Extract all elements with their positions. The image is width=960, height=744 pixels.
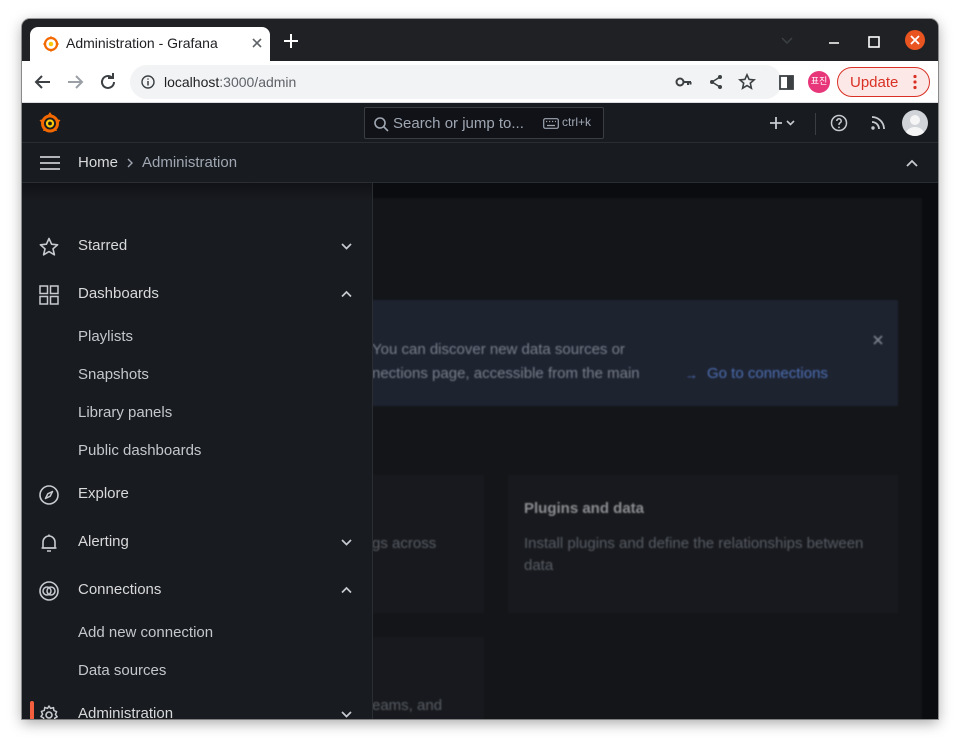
new-tab-icon[interactable] bbox=[282, 32, 300, 50]
side-menu: Starred Dashboards Playlists Snapshots L… bbox=[22, 183, 373, 719]
sidebar-item-dashboards[interactable]: Dashboards bbox=[22, 274, 372, 314]
maximize-icon[interactable] bbox=[865, 33, 883, 51]
sidebar-item-starred[interactable]: Starred bbox=[22, 226, 372, 266]
side-panel-icon[interactable] bbox=[779, 75, 794, 90]
new-plus-dropdown-icon[interactable] bbox=[768, 115, 796, 131]
sidebar-subitem-data-sources[interactable]: Data sources bbox=[78, 662, 166, 679]
grafana-topbar: Search or jump to... ctrl+k bbox=[22, 103, 938, 143]
tab-strip: Administration - Grafana bbox=[22, 19, 938, 61]
dashboards-grid-icon bbox=[39, 285, 59, 305]
browser-toolbar: localhost:3000/admin 표진 Update bbox=[22, 61, 938, 103]
bell-icon bbox=[41, 534, 57, 552]
search-input[interactable]: Search or jump to... ctrl+k bbox=[364, 107, 604, 139]
sidebar-subitem-library-panels[interactable]: Library panels bbox=[78, 404, 172, 421]
forward-icon[interactable] bbox=[64, 71, 86, 93]
chevron-down-icon[interactable] bbox=[340, 709, 353, 719]
compass-icon bbox=[39, 485, 59, 505]
grafana-logo-icon[interactable] bbox=[38, 111, 62, 135]
profile-avatar[interactable]: 표진 bbox=[808, 71, 830, 93]
breadcrumb-current: Administration bbox=[142, 154, 238, 171]
sidebar-label-alerting: Alerting bbox=[78, 533, 129, 550]
sidebar-subitem-snapshots[interactable]: Snapshots bbox=[78, 366, 149, 383]
tab-title: Administration - Grafana bbox=[66, 35, 218, 51]
sidebar-subitem-playlists[interactable]: Playlists bbox=[78, 328, 133, 345]
bookmark-star-icon[interactable] bbox=[738, 73, 756, 91]
url-text: localhost:3000/admin bbox=[164, 74, 296, 90]
search-shortcut: ctrl+k bbox=[562, 115, 592, 129]
search-icon bbox=[374, 117, 389, 132]
help-icon[interactable] bbox=[830, 114, 848, 132]
url-host: localhost bbox=[164, 74, 220, 90]
chevron-up-icon[interactable] bbox=[340, 585, 353, 595]
chevron-down-icon[interactable] bbox=[340, 537, 353, 547]
search-placeholder: Search or jump to... bbox=[393, 115, 524, 132]
minimize-icon[interactable] bbox=[825, 33, 843, 51]
active-indicator bbox=[30, 701, 34, 719]
chevron-up-icon[interactable] bbox=[340, 289, 353, 299]
tab-close-icon[interactable] bbox=[248, 34, 266, 52]
breadcrumb-bar: Home Administration bbox=[22, 143, 938, 183]
breadcrumb-chevron-icon bbox=[127, 158, 133, 168]
tab-search-chevron-icon[interactable] bbox=[780, 35, 794, 47]
hamburger-menu-icon[interactable] bbox=[39, 155, 61, 171]
menu-scroll-fade bbox=[22, 183, 372, 201]
sidebar-label-connections: Connections bbox=[78, 581, 162, 598]
back-icon[interactable] bbox=[32, 71, 54, 93]
password-key-icon[interactable] bbox=[675, 75, 693, 89]
news-rss-icon[interactable] bbox=[869, 114, 887, 132]
more-vert-icon bbox=[913, 74, 917, 90]
sidebar-subitem-add-new-connection[interactable]: Add new connection bbox=[78, 624, 213, 641]
browser-window: Administration - Grafana localhost:3000/… bbox=[22, 19, 938, 719]
breadcrumb-home[interactable]: Home bbox=[78, 154, 118, 171]
sidebar-label-starred: Starred bbox=[78, 237, 128, 254]
close-icon bbox=[910, 35, 920, 45]
update-button[interactable]: Update bbox=[837, 67, 930, 97]
reload-icon[interactable] bbox=[97, 71, 119, 93]
site-info-icon[interactable] bbox=[141, 75, 155, 89]
gear-icon bbox=[40, 705, 58, 719]
connections-link-icon bbox=[39, 581, 59, 601]
sidebar-item-alerting[interactable]: Alerting bbox=[22, 522, 372, 562]
topbar-divider bbox=[815, 113, 816, 135]
sidebar-item-connections[interactable]: Connections bbox=[22, 570, 372, 610]
user-avatar-icon bbox=[905, 115, 925, 136]
chevron-up-icon[interactable] bbox=[905, 158, 919, 168]
sidebar-item-explore[interactable]: Explore bbox=[22, 474, 372, 514]
sidebar-label-dashboards: Dashboards bbox=[78, 285, 159, 302]
browser-tab[interactable]: Administration - Grafana bbox=[30, 27, 270, 61]
sidebar-label-explore: Explore bbox=[78, 485, 129, 502]
update-label: Update bbox=[850, 74, 899, 91]
share-icon[interactable] bbox=[708, 74, 724, 90]
keyboard-icon bbox=[543, 118, 559, 129]
sidebar-item-administration[interactable]: Administration bbox=[22, 694, 372, 719]
url-path: :3000/admin bbox=[219, 74, 297, 90]
grafana-favicon-icon bbox=[42, 35, 60, 53]
user-avatar[interactable] bbox=[902, 110, 928, 136]
window-close-button[interactable] bbox=[905, 30, 925, 50]
sidebar-label-administration: Administration bbox=[78, 705, 174, 719]
sidebar-subitem-public-dashboards[interactable]: Public dashboards bbox=[78, 442, 201, 459]
address-bar[interactable]: localhost:3000/admin bbox=[130, 65, 782, 99]
star-icon bbox=[39, 237, 59, 256]
chevron-down-icon[interactable] bbox=[340, 241, 353, 251]
